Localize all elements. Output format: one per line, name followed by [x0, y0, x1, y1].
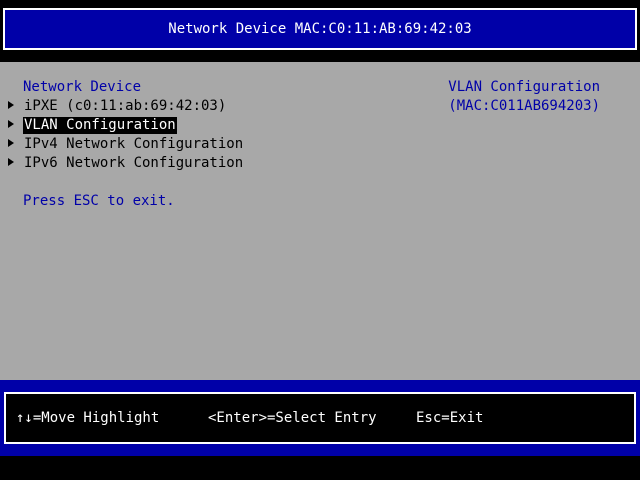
triangle-right-icon — [8, 139, 14, 147]
menu-item-label: VLAN Configuration — [23, 117, 177, 134]
move-highlight-hint: ↑↓=Move Highlight — [16, 410, 160, 426]
triangle-right-icon — [8, 120, 14, 128]
menu-item-vlan-configuration[interactable]: VLAN Configuration — [8, 116, 428, 135]
menu-item-label: IPv6 Network Configuration — [24, 155, 244, 171]
menu-item-label: iPXE (c0:11:ab:69:42:03) — [24, 98, 227, 114]
help-panel: VLAN Configuration (MAC:C011AB694203) — [448, 78, 600, 116]
select-entry-hint: <Enter>=Select Entry — [208, 410, 377, 426]
menu-item-ipv6-network-configuration[interactable]: IPv6 Network Configuration — [8, 154, 428, 173]
menu-item-label: IPv4 Network Configuration — [24, 136, 244, 152]
page-title: Network Device MAC:C0:11:AB:69:42:03 — [3, 8, 637, 50]
help-title: VLAN Configuration — [448, 79, 600, 95]
bottom-border — [0, 456, 640, 480]
menu-item-ipv4-network-configuration[interactable]: IPv4 Network Configuration — [8, 135, 428, 154]
exit-note: Press ESC to exit. — [23, 193, 175, 209]
bios-setup-screen: Network Device MAC:C0:11:AB:69:42:03 Net… — [0, 0, 640, 480]
help-detail: (MAC:C011AB694203) — [448, 98, 600, 114]
exit-hint: Esc=Exit — [416, 410, 484, 426]
section-heading: Network Device — [23, 79, 142, 95]
main-panel: Network Device iPXE (c0:11:ab:69:42:03) … — [0, 62, 640, 380]
key-help-band: ↑↓=Move Highlight <Enter>=Select Entry E… — [0, 380, 640, 456]
menu-item-ipxe[interactable]: iPXE (c0:11:ab:69:42:03) — [8, 97, 428, 116]
title-band: Network Device MAC:C0:11:AB:69:42:03 — [0, 0, 640, 60]
triangle-right-icon — [8, 101, 14, 109]
menu-column: Network Device iPXE (c0:11:ab:69:42:03) … — [8, 78, 428, 211]
triangle-right-icon — [8, 158, 14, 166]
key-help-box: ↑↓=Move Highlight <Enter>=Select Entry E… — [4, 392, 636, 444]
